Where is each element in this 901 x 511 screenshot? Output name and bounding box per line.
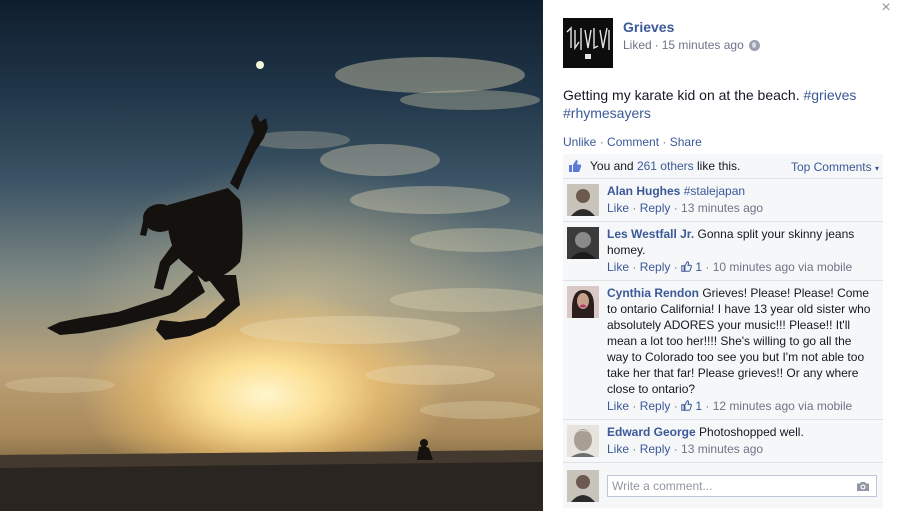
author-avatar[interactable] [563, 18, 613, 68]
top-comments-dropdown[interactable]: Top Comments ▾ [791, 160, 879, 174]
post-timestamp[interactable]: 15 minutes ago [662, 38, 744, 52]
comment-via: via mobile [798, 260, 853, 274]
comment-reply-link[interactable]: Reply [640, 260, 671, 274]
separator: · [599, 135, 604, 149]
avatar[interactable] [567, 286, 599, 318]
author-name[interactable]: Grieves [623, 19, 760, 35]
comment-link[interactable]: Comment [607, 135, 659, 149]
hashtag-link[interactable]: #rhymesayers [563, 105, 651, 121]
comment-meta: Like · Reply · 13 minutes ago [607, 442, 764, 456]
comment-text: Grieves! Please! Please! Come to ontario… [607, 286, 871, 396]
comment-item: Edward George Photoshopped well. Like · … [563, 420, 883, 463]
separator: · [654, 38, 659, 52]
comment-like-link[interactable]: Like [607, 399, 629, 413]
post-message: Getting my karate kid on at the beach. #… [563, 86, 883, 122]
globe-icon[interactable] [748, 39, 760, 51]
comment-author[interactable]: Cynthia Rendon [607, 286, 699, 300]
likes-suffix: like this. [697, 159, 741, 173]
comment-time[interactable]: 13 minutes ago [681, 201, 763, 215]
comment-item: Alan Hughes #stalejapan Like · Reply · 1… [563, 179, 883, 222]
avatar[interactable] [567, 470, 599, 502]
comment-like-count[interactable]: 1 [695, 399, 702, 413]
liked-label: Liked [623, 38, 652, 52]
comment-reply-link[interactable]: Reply [640, 201, 671, 215]
comment-like-link[interactable]: Like [607, 442, 629, 456]
likes-prefix: You and [590, 159, 634, 173]
comment-like-link[interactable]: Like [607, 260, 629, 274]
comment-hashtag[interactable]: #stalejapan [684, 184, 745, 198]
comment-author[interactable]: Edward George [607, 425, 696, 439]
post-panel: × Grieves Liked · 15 minutes ago Getting… [543, 0, 901, 511]
others-link[interactable]: 261 others [637, 159, 694, 173]
comment-input[interactable]: Write a comment... [607, 474, 877, 497]
post-text: Getting my karate kid on at the beach. [563, 87, 800, 103]
like-count-icon [681, 261, 692, 272]
comment-placeholder: Write a comment... [612, 478, 713, 493]
avatar[interactable] [567, 227, 599, 259]
comment-item: Les Westfall Jr. Gonna split your skinny… [563, 222, 883, 281]
comment-like-count[interactable]: 1 [695, 260, 702, 274]
caret-down-icon: ▾ [874, 164, 879, 173]
like-count-icon [681, 400, 692, 411]
separator: · [662, 135, 667, 149]
post-subline: Liked · 15 minutes ago [623, 38, 760, 52]
likes-summary: You and 261 others like this. Top Commen… [563, 154, 883, 179]
comment-reply-link[interactable]: Reply [640, 399, 671, 413]
comment-time[interactable]: 10 minutes ago [713, 260, 795, 274]
comment-composer: Write a comment... [563, 463, 883, 508]
comment-text: Photoshopped well. [699, 425, 804, 439]
post-header: Grieves Liked · 15 minutes ago [563, 18, 760, 68]
comment-via: via mobile [798, 399, 853, 413]
comment-time[interactable]: 12 minutes ago [713, 399, 795, 413]
unlike-link[interactable]: Unlike [563, 135, 596, 149]
comment-item: Cynthia Rendon Grieves! Please! Please! … [563, 281, 883, 420]
like-thumb-icon [569, 160, 582, 172]
beach-jump-photo [0, 57, 543, 511]
comment-meta: Like · Reply · 13 minutes ago [607, 201, 764, 215]
comment-time[interactable]: 13 minutes ago [681, 442, 763, 456]
avatar[interactable] [567, 184, 599, 216]
comment-author[interactable]: Alan Hughes [607, 184, 680, 198]
comment-author[interactable]: Les Westfall Jr. [607, 227, 694, 241]
comment-meta: Like · Reply · 1 · 10 minutes ago via mo… [607, 260, 853, 274]
comment-meta: Like · Reply · 1 · 12 minutes ago via mo… [607, 399, 853, 413]
avatar[interactable] [567, 425, 599, 457]
camera-icon[interactable] [856, 481, 870, 492]
likes-text: You and 261 others like this. [590, 159, 740, 173]
hashtag-link[interactable]: #grieves [803, 87, 856, 103]
post-actions: Unlike · Comment · Share [563, 135, 702, 149]
grieves-logo-image [563, 18, 613, 68]
photo-stage[interactable] [0, 0, 543, 511]
top-comments-label: Top Comments [790, 160, 872, 174]
share-link[interactable]: Share [670, 135, 702, 149]
comment-reply-link[interactable]: Reply [640, 442, 671, 456]
feedback-box: You and 261 others like this. Top Commen… [563, 154, 883, 508]
comment-like-link[interactable]: Like [607, 201, 629, 215]
close-icon[interactable]: × [877, 0, 895, 18]
